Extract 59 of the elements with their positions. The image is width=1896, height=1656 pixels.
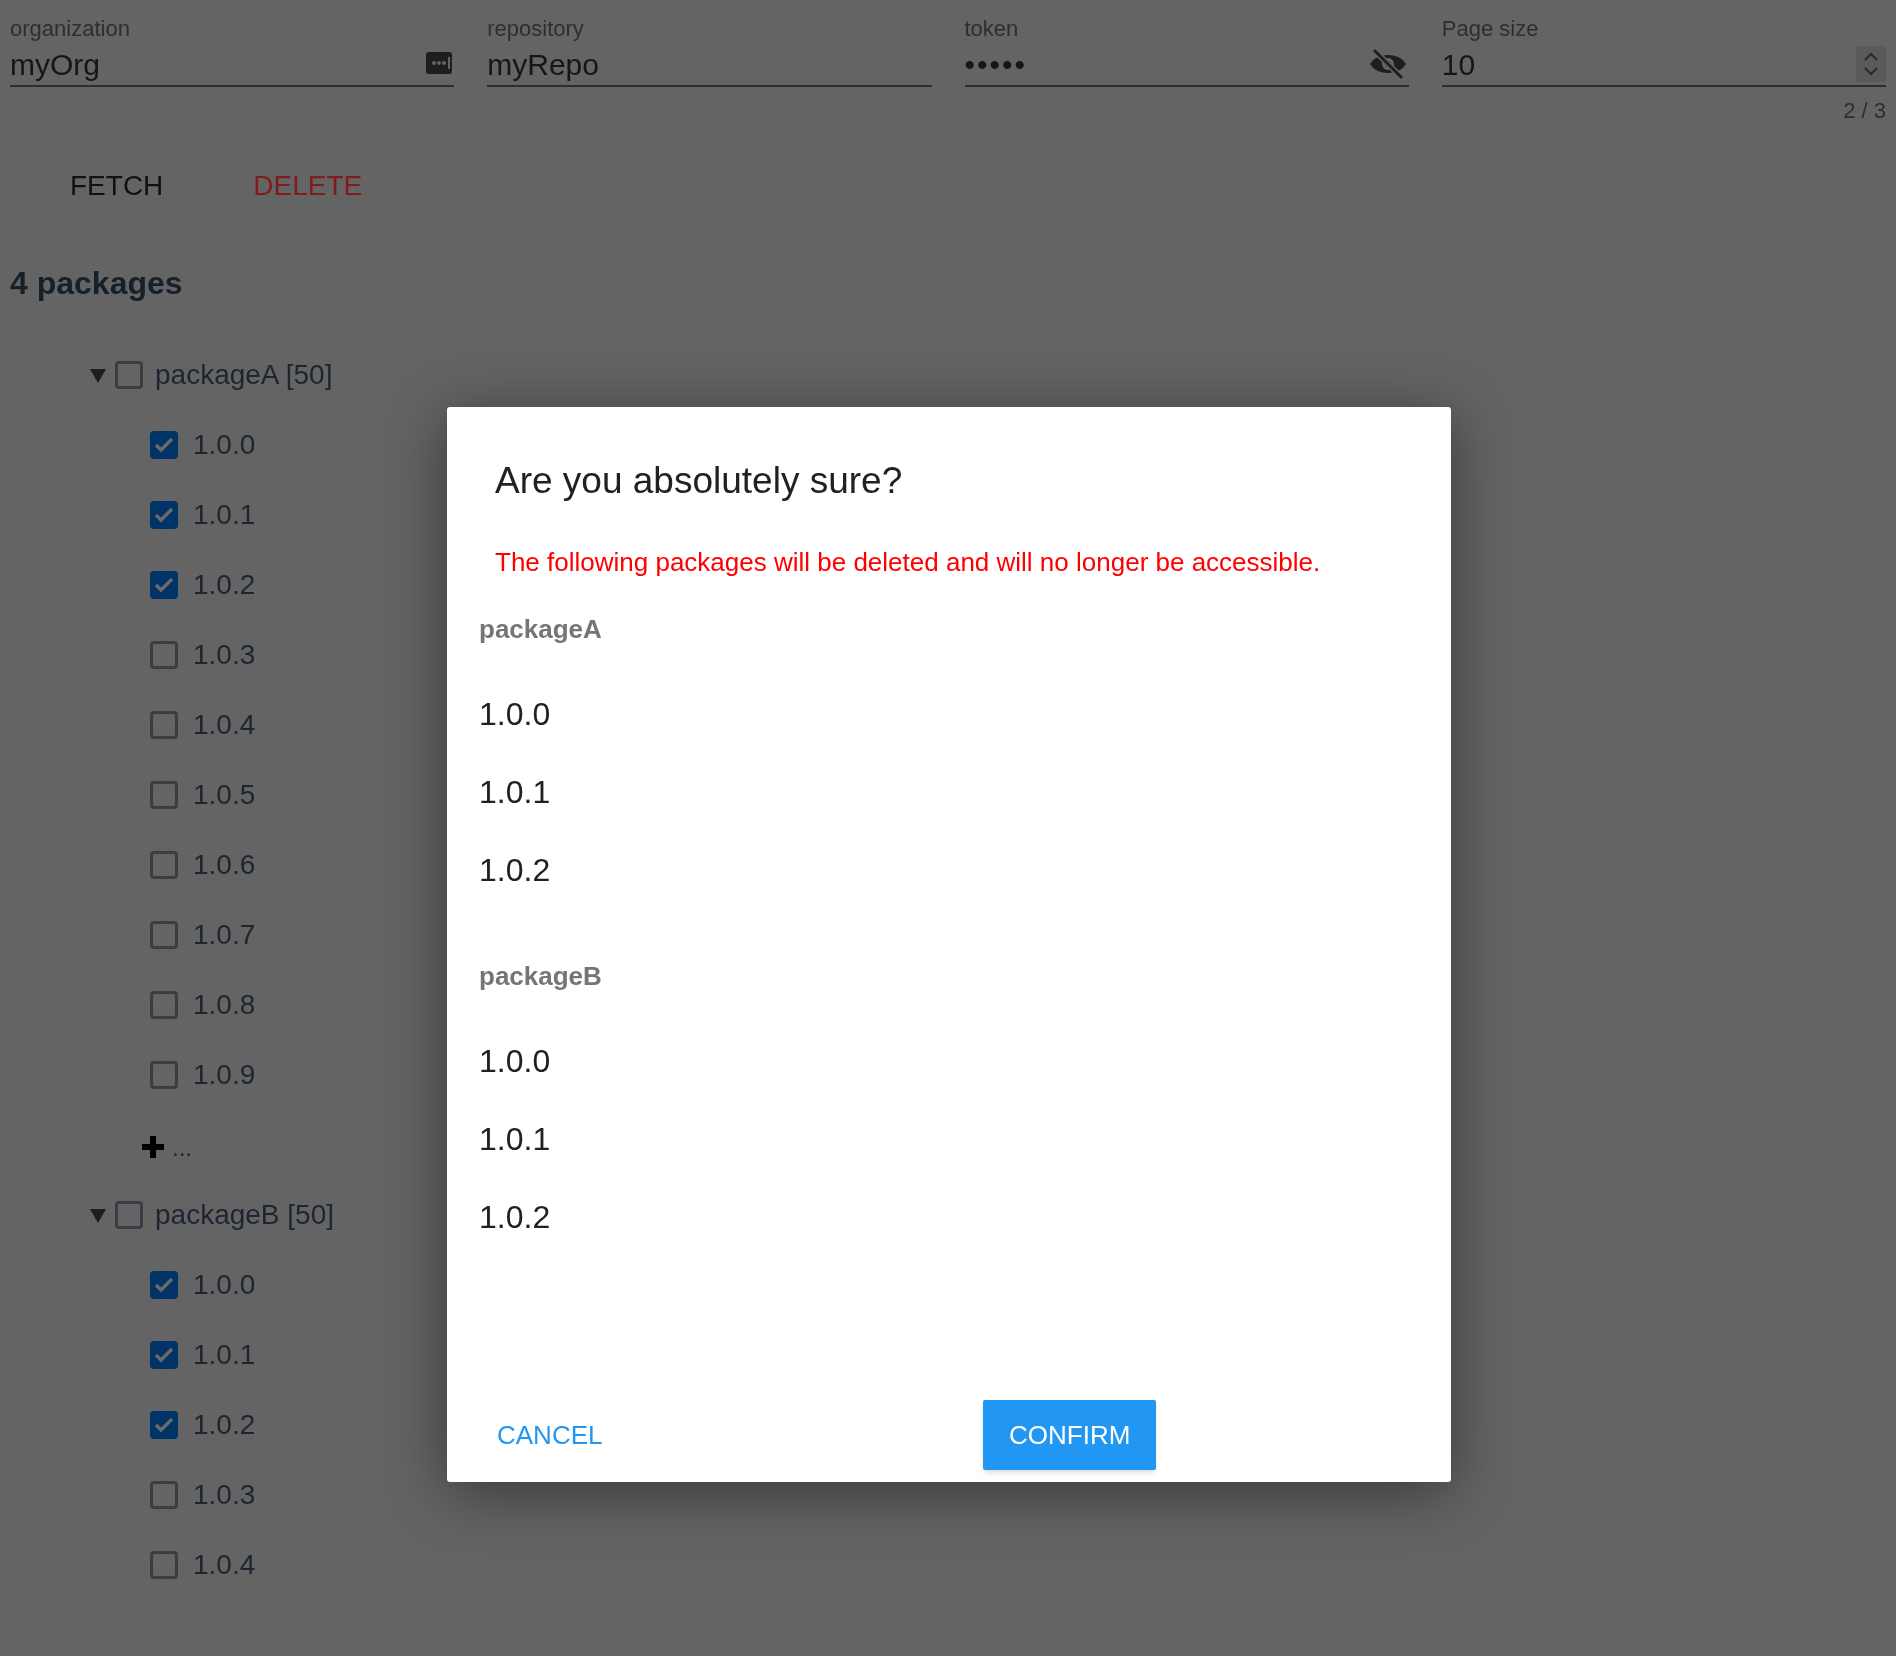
checkbox[interactable] [150, 1481, 178, 1509]
checkbox[interactable] [150, 1551, 178, 1579]
version-text: 1.0.2 [479, 1198, 551, 1237]
version-text: 1.0.2 [479, 851, 551, 890]
version-label: 1.0.0 [193, 1268, 256, 1302]
more-label: ... [172, 1138, 192, 1158]
caret-icon[interactable] [89, 366, 107, 384]
version-label: 1.0.4 [193, 708, 256, 742]
version-label: 1.0.7 [193, 918, 256, 952]
autofill-icon[interactable] [426, 52, 455, 76]
version-label: 1.0.2 [193, 568, 256, 602]
version-text: 1.0.1 [479, 1120, 551, 1159]
version-label: 1.0.6 [193, 848, 256, 882]
warning-text: The following packages will be deleted and will no longer be accessible. [495, 546, 1322, 579]
checkbox[interactable] [150, 501, 178, 529]
checkbox[interactable] [150, 921, 178, 949]
version-label: 1.0.1 [193, 1338, 256, 1372]
version-label: 1.0.8 [193, 988, 256, 1022]
version-label: 1.0.3 [193, 1478, 256, 1512]
checkbox[interactable] [150, 641, 178, 669]
version-label: 1.0.9 [193, 1058, 256, 1092]
spinner-icon[interactable] [1856, 46, 1886, 82]
checkbox[interactable] [150, 991, 178, 1019]
confirm-button[interactable]: CONFIRM [983, 1400, 1157, 1470]
version-text: 1.0.0 [479, 1042, 551, 1081]
package-label: packageB [50] [155, 1198, 335, 1232]
input-field[interactable]: ••••• [964, 43, 1409, 87]
caret-icon[interactable] [89, 1206, 107, 1224]
version-label: 1.0.2 [193, 1408, 256, 1442]
package-label: packageA [50] [155, 358, 333, 392]
group-label: packageB [479, 960, 603, 993]
version-label: 1.0.5 [193, 778, 256, 812]
checkbox[interactable] [150, 1271, 178, 1299]
checkbox[interactable] [150, 711, 178, 739]
version-label: 1.0.1 [193, 498, 256, 532]
group-label: packageA [479, 613, 603, 646]
checkbox[interactable] [150, 1341, 178, 1369]
version-label: 1.0.3 [193, 638, 256, 672]
checkbox[interactable] [150, 851, 178, 879]
dialog-title: Are you absolutely sure? [495, 459, 904, 503]
plus-icon[interactable] [142, 1136, 164, 1158]
checkbox[interactable] [150, 781, 178, 809]
checkbox[interactable] [115, 361, 143, 389]
cancel-button[interactable]: CANCEL [481, 1400, 619, 1470]
input-field[interactable]: 10 [1441, 43, 1886, 87]
version-text: 1.0.1 [479, 773, 551, 812]
version-text: 1.0.0 [479, 695, 551, 734]
version-label: 1.0.4 [193, 1548, 256, 1582]
heading: 4 packages [10, 264, 184, 303]
checkbox[interactable] [150, 431, 178, 459]
checkbox[interactable] [115, 1201, 143, 1229]
input-field[interactable]: myRepo [487, 43, 932, 87]
checkbox[interactable] [150, 1411, 178, 1439]
fetch-button[interactable]: FETCH [40, 155, 194, 217]
input-field[interactable]: myOrg [10, 43, 455, 87]
version-label: 1.0.0 [193, 428, 256, 462]
checkbox[interactable] [150, 1061, 178, 1089]
delete-button[interactable]: DELETE [223, 155, 393, 217]
checkbox[interactable] [150, 571, 178, 599]
